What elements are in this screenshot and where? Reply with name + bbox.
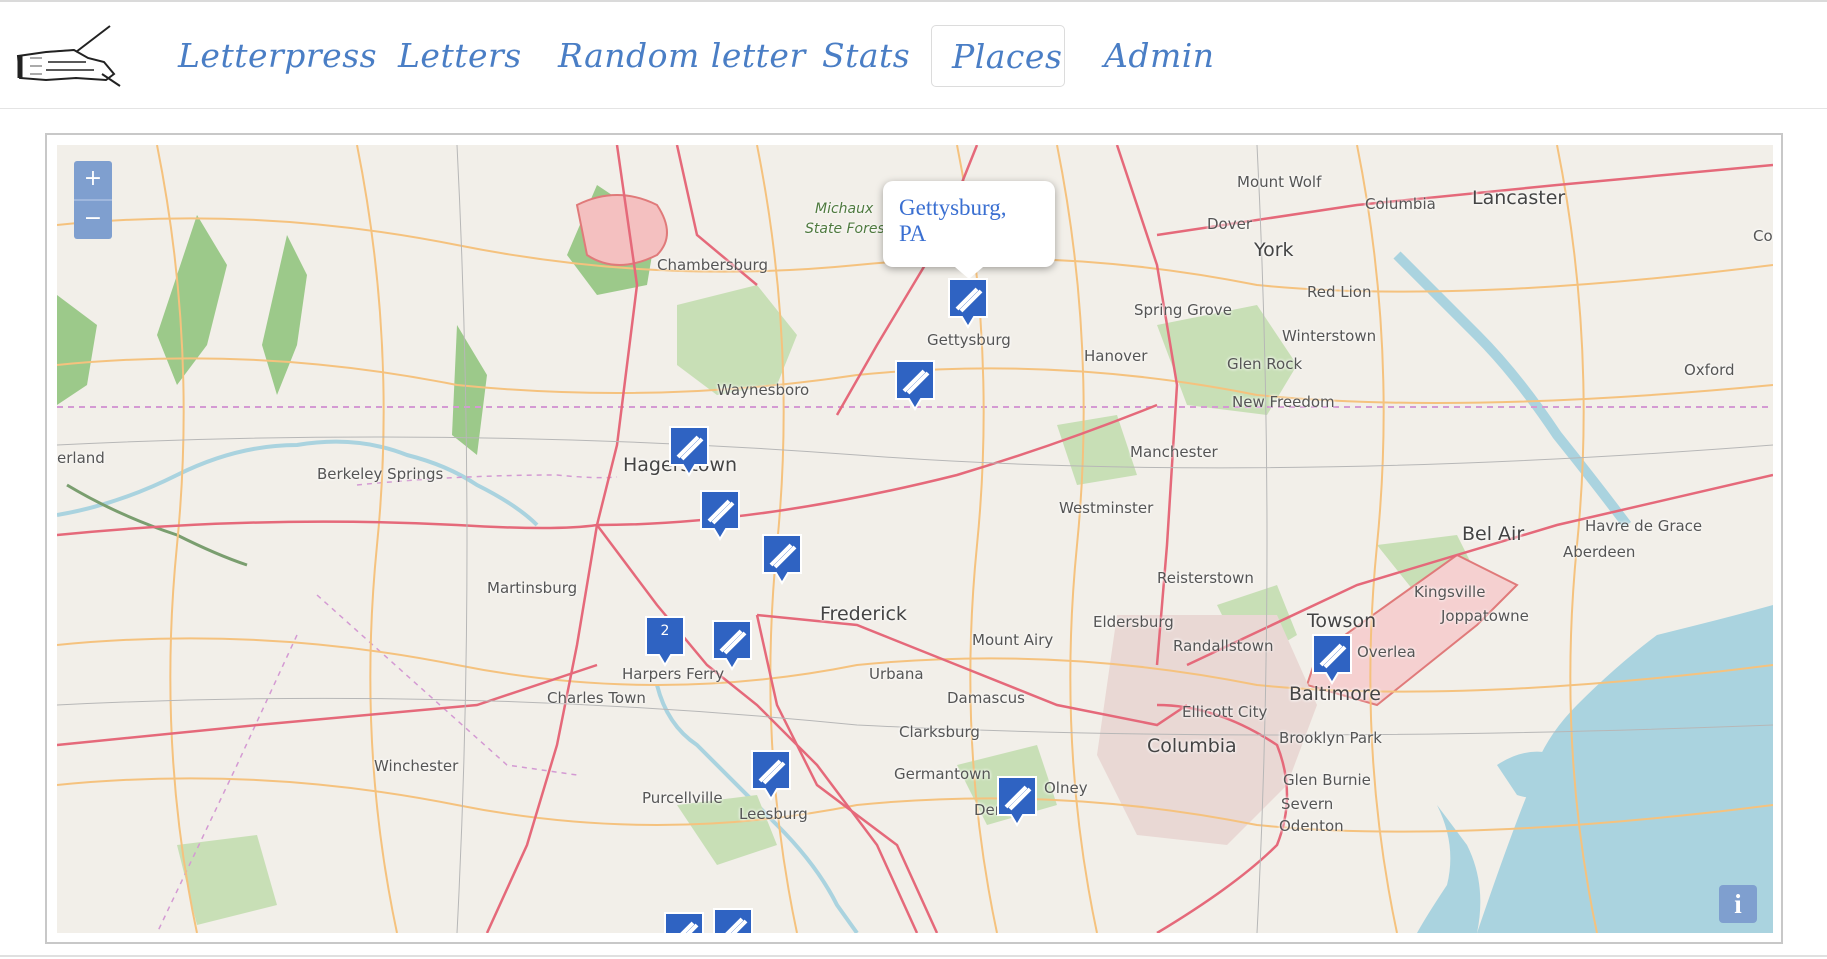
place-label: Columbia [1365, 195, 1436, 213]
place-label: York [1254, 239, 1294, 261]
place-label: Co [1753, 227, 1773, 245]
nav-places[interactable]: Places [931, 25, 1065, 87]
nav-admin[interactable]: Admin [1084, 25, 1235, 87]
quill-marker-icon [669, 426, 709, 477]
zoom-control: + − [74, 161, 112, 239]
place-label: Michaux [815, 201, 874, 217]
quill-marker-icon [997, 776, 1037, 827]
nav-random-letter[interactable]: Random letter [538, 25, 826, 87]
nav-letters[interactable]: Letters [378, 25, 542, 87]
letter-marker[interactable] [712, 907, 754, 933]
place-label: Olney [1044, 779, 1088, 797]
place-label: Columbia [1147, 735, 1237, 757]
place-label: Leesburg [739, 805, 808, 823]
quill-marker-icon [664, 912, 704, 933]
quill-marker-icon [948, 278, 988, 329]
place-label: Manchester [1130, 443, 1218, 461]
map-container: + − Mount Wolf Lancaster Columbia Dover … [45, 133, 1783, 944]
place-label: Glen Burnie [1283, 771, 1371, 789]
place-label: Waynesboro [717, 381, 810, 399]
place-label: Clarksburg [899, 723, 980, 741]
place-label: New Freedom [1232, 393, 1335, 411]
place-label: Chambersburg [657, 256, 768, 274]
cluster-count: 2 [660, 623, 670, 639]
place-label: Red Lion [1307, 283, 1372, 301]
place-label: Hanover [1084, 347, 1148, 365]
place-label: Westminster [1059, 499, 1154, 517]
marker-cluster[interactable]: 2 [644, 615, 686, 667]
letter-marker[interactable] [894, 359, 936, 411]
letter-marker-hagerstown[interactable] [668, 425, 710, 477]
place-label: Damascus [947, 689, 1025, 707]
letter-marker[interactable] [996, 775, 1038, 827]
nav-letterpress[interactable]: Letterpress [158, 25, 397, 87]
place-label: Spring Grove [1134, 301, 1232, 319]
place-label: Winchester [374, 757, 459, 775]
place-label: Reisterstown [1157, 569, 1254, 587]
letter-marker[interactable] [761, 533, 803, 585]
place-label: Gettysburg [927, 331, 1011, 349]
quill-marker-icon [713, 908, 753, 933]
place-label: Kingsville [1414, 583, 1486, 601]
place-label: Havre de Grace [1585, 517, 1703, 535]
zoom-in-button[interactable]: + [74, 161, 112, 201]
map[interactable]: + − Mount Wolf Lancaster Columbia Dover … [57, 145, 1773, 933]
quill-marker-icon [700, 490, 740, 541]
letter-marker[interactable] [750, 749, 792, 801]
place-label: State Forest [805, 221, 891, 237]
place-label: Baltimore [1289, 683, 1381, 705]
quill-marker-icon [1312, 634, 1352, 685]
quill-marker-icon [762, 534, 802, 585]
place-label: Severn [1281, 795, 1334, 813]
place-label: Glen Rock [1227, 355, 1303, 373]
place-label: Purcellville [642, 789, 723, 807]
zoom-out-button[interactable]: − [74, 201, 112, 239]
place-label: Dover [1207, 215, 1252, 233]
quill-marker-icon [751, 750, 791, 801]
bottom-border [0, 955, 1827, 957]
place-label: Mount Airy [972, 631, 1054, 649]
place-label: Towson [1307, 610, 1377, 632]
place-label: Lancaster [1472, 187, 1566, 209]
place-label: Overlea [1357, 643, 1416, 661]
place-label: Urbana [869, 665, 924, 683]
place-label: Randallstown [1173, 637, 1274, 655]
place-label: Oxford [1684, 361, 1735, 379]
place-label: Germantown [894, 765, 991, 783]
letter-marker-harpers-ferry[interactable] [711, 619, 753, 671]
quill-marker-icon [712, 620, 752, 671]
quill-marker-icon [895, 360, 935, 411]
info-button[interactable]: i [1719, 885, 1757, 923]
place-label: Eldersburg [1093, 613, 1174, 631]
map-popup: Gettysburg, PA [883, 181, 1055, 279]
place-label: Joppatowne [1441, 607, 1529, 625]
popup-tip [955, 267, 983, 279]
popup-place-link[interactable]: Gettysburg, PA [899, 195, 1039, 247]
navbar: Letterpress Letters Random letter Stats … [0, 2, 1827, 109]
place-label: Harpers Ferry [622, 665, 725, 683]
letter-marker[interactable] [663, 911, 705, 933]
place-label: Mount Wolf [1237, 173, 1322, 191]
place-label: Charles Town [547, 689, 646, 707]
letter-marker-gettysburg[interactable] [947, 277, 989, 329]
place-label: Berkeley Springs [317, 465, 444, 483]
place-label: Bel Air [1462, 523, 1525, 545]
place-label: Winterstown [1282, 327, 1377, 345]
place-label: Aberdeen [1563, 543, 1636, 561]
nav-stats[interactable]: Stats [802, 25, 930, 87]
place-label: Odenton [1279, 817, 1344, 835]
place-label: Martinsburg [487, 579, 578, 597]
logo-hand-quill-icon[interactable] [16, 22, 126, 90]
letter-marker-baltimore[interactable] [1311, 633, 1353, 685]
place-label: Brooklyn Park [1279, 729, 1382, 747]
letter-marker[interactable] [699, 489, 741, 541]
place-label: erland [57, 449, 105, 467]
place-label: Frederick [820, 603, 907, 625]
place-label: Ellicott City [1182, 703, 1268, 721]
